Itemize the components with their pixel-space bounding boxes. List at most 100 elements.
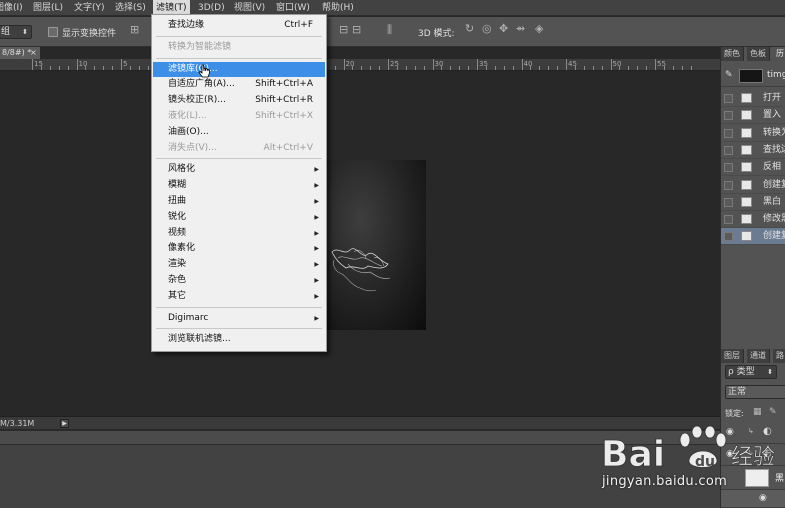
visibility-eye-icon[interactable]: ◉	[759, 493, 767, 503]
history-state-icon	[741, 110, 752, 121]
3d-rotate-icon[interactable]: ↻	[465, 22, 474, 35]
menu-item-label: 消失点(V)...	[168, 142, 217, 153]
history-source-checkbox[interactable]	[724, 94, 733, 103]
tab-paths[interactable]: 路	[773, 349, 785, 363]
submenu-arrow-icon: ▶	[314, 198, 319, 205]
submenu-arrow-icon: ▶	[314, 213, 319, 221]
history-source-checkbox[interactable]	[724, 232, 733, 242]
3d-pan-icon[interactable]: ✥	[499, 22, 508, 35]
filter-menu-item[interactable]: 镜头校正(R)... Shift+Ctrl+R	[153, 93, 325, 108]
tab-history[interactable]: 历	[773, 47, 785, 61]
history-item[interactable]: 打开	[721, 90, 785, 107]
ruler-minor-tick	[352, 66, 354, 70]
menu-item-label: 查找边缘	[168, 20, 205, 30]
history-source-checkbox[interactable]	[724, 197, 733, 207]
ruler-minor-tick	[361, 66, 363, 70]
history-source-checkbox[interactable]	[724, 180, 733, 190]
status-menu-arrow-icon[interactable]: ▶	[60, 419, 69, 428]
history-source-checkbox[interactable]	[724, 111, 733, 121]
ruler-minor-tick	[405, 66, 407, 70]
history-item[interactable]: 创建复	[721, 228, 785, 246]
filter-menu-item[interactable]: 查找边缘 Ctrl+F	[153, 18, 325, 33]
filter-menu-item[interactable]: 扭曲 ▶	[153, 194, 325, 209]
3d-slide-icon[interactable]: ⇴	[516, 22, 525, 35]
filter-menu-item[interactable]: 风格化 ▶	[153, 162, 325, 177]
ruler-minor-tick	[548, 66, 550, 70]
align-icon[interactable]: ⊞	[130, 23, 139, 36]
filter-menu-item[interactable]: Digimarc ▶	[153, 311, 325, 326]
history-item[interactable]: 转换为	[721, 125, 785, 142]
ruler-tick	[343, 59, 345, 70]
history-state-icon	[741, 93, 752, 103]
filter-menu-item[interactable]: 滤镜库(G)...	[153, 61, 325, 77]
tab-color[interactable]: 颜色	[721, 47, 744, 61]
history-state-icon	[741, 231, 752, 242]
ruler-minor-tick	[396, 66, 398, 70]
layer-kind-filter[interactable]: ρ 类型 ⬍	[725, 365, 777, 379]
paw-icon: du	[679, 425, 727, 470]
distribute-icon-3[interactable]: ⫼	[387, 23, 392, 37]
filter-menu-item[interactable]: 锐化 ▶	[153, 210, 325, 225]
history-source-checkbox[interactable]	[724, 215, 733, 225]
history-item[interactable]: 反相	[721, 159, 785, 177]
menu-layer[interactable]: 图层(L)	[30, 0, 66, 16]
dropdown-arrow-icon: ⬍	[767, 368, 773, 376]
blend-mode-dropdown[interactable]: 正常	[725, 385, 785, 399]
ruler-minor-tick	[494, 66, 496, 70]
submenu-arrow-icon: ▶	[314, 292, 319, 300]
brush-icon: ✎	[725, 70, 733, 80]
history-state-icon	[741, 127, 752, 138]
menu-type[interactable]: 文字(Y)	[71, 0, 108, 16]
tab-channels[interactable]: 通道	[747, 349, 770, 363]
document-tab[interactable]: 8/8#) * ×	[0, 47, 40, 59]
filter-menu-item: 液化(L)... Shift+Ctrl+X	[153, 109, 325, 124]
history-item[interactable]: 创建复	[721, 177, 785, 194]
filter-menu-item[interactable]: 视频 ▶	[153, 226, 325, 241]
history-item[interactable]: 查找边	[721, 142, 785, 159]
lock-transparent-icon[interactable]: ▦	[753, 407, 762, 417]
close-icon[interactable]: ×	[30, 47, 37, 59]
lock-pixels-icon[interactable]: ✎	[769, 407, 777, 417]
history-source-checkbox[interactable]	[724, 128, 733, 138]
history-item[interactable]: 修改黑	[721, 211, 785, 229]
watermark-brand-cn: 经验	[731, 445, 775, 470]
tab-layers[interactable]: 图层	[721, 349, 744, 363]
menu-item-label: 模糊	[168, 180, 187, 191]
history-snapshot[interactable]: ✎ timg	[721, 65, 785, 87]
document-image[interactable]	[318, 160, 426, 330]
filter-menu-item[interactable]: 像素化 ▶	[153, 241, 325, 256]
menu-select[interactable]: 选择(S)	[112, 0, 149, 16]
history-source-checkbox[interactable]	[724, 163, 733, 173]
auto-select-value: 组	[1, 27, 11, 37]
menu-item-label: 转换为智能滤镜	[168, 41, 232, 52]
menu-image[interactable]: 图像(I)	[0, 0, 26, 16]
filter-menu-item[interactable]: 其它 ▶	[153, 289, 325, 304]
ruler-minor-tick	[40, 66, 42, 70]
filter-menu-item[interactable]: 模糊 ▶	[153, 178, 325, 193]
distribute-icon[interactable]: ⊟	[339, 23, 348, 36]
menu-separator	[156, 35, 322, 37]
blend-mode-value: 正常	[728, 387, 747, 397]
tab-swatches[interactable]: 色板	[747, 47, 770, 61]
filter-menu-item[interactable]: 杂色 ▶	[153, 273, 325, 288]
3d-scale-icon[interactable]: ◈	[535, 22, 543, 35]
history-source-checkbox[interactable]	[724, 145, 733, 155]
menu-item-label: Digimarc	[168, 312, 209, 323]
show-transform-checkbox[interactable]	[48, 27, 58, 37]
filter-menu-item: 消失点(V)... Alt+Ctrl+V	[153, 141, 325, 156]
filter-menu-item[interactable]: 自适应广角(A)... Shift+Ctrl+A	[153, 77, 325, 92]
show-transform-label: 显示变换控件	[62, 29, 117, 39]
ruler-minor-tick	[619, 66, 621, 70]
distribute-icon-2[interactable]: ⊟	[352, 23, 361, 36]
ruler-minor-tick	[637, 66, 639, 70]
auto-select-dropdown[interactable]: 组 ⬍	[0, 25, 32, 39]
filter-menu-item[interactable]: 浏览联机滤镜...	[153, 332, 325, 347]
3d-roll-icon[interactable]: ◎	[482, 22, 492, 35]
history-item[interactable]: 置入	[721, 107, 785, 125]
history-item[interactable]: 黑白	[721, 194, 785, 211]
filter-menu-item[interactable]: 油画(O)...	[153, 125, 325, 140]
menu-item-label: 镜头校正(R)...	[168, 95, 226, 106]
filter-menu-item[interactable]: 渲染 ▶	[153, 257, 325, 272]
ruler-minor-tick	[583, 66, 585, 70]
submenu-arrow-icon: ▶	[314, 245, 319, 253]
